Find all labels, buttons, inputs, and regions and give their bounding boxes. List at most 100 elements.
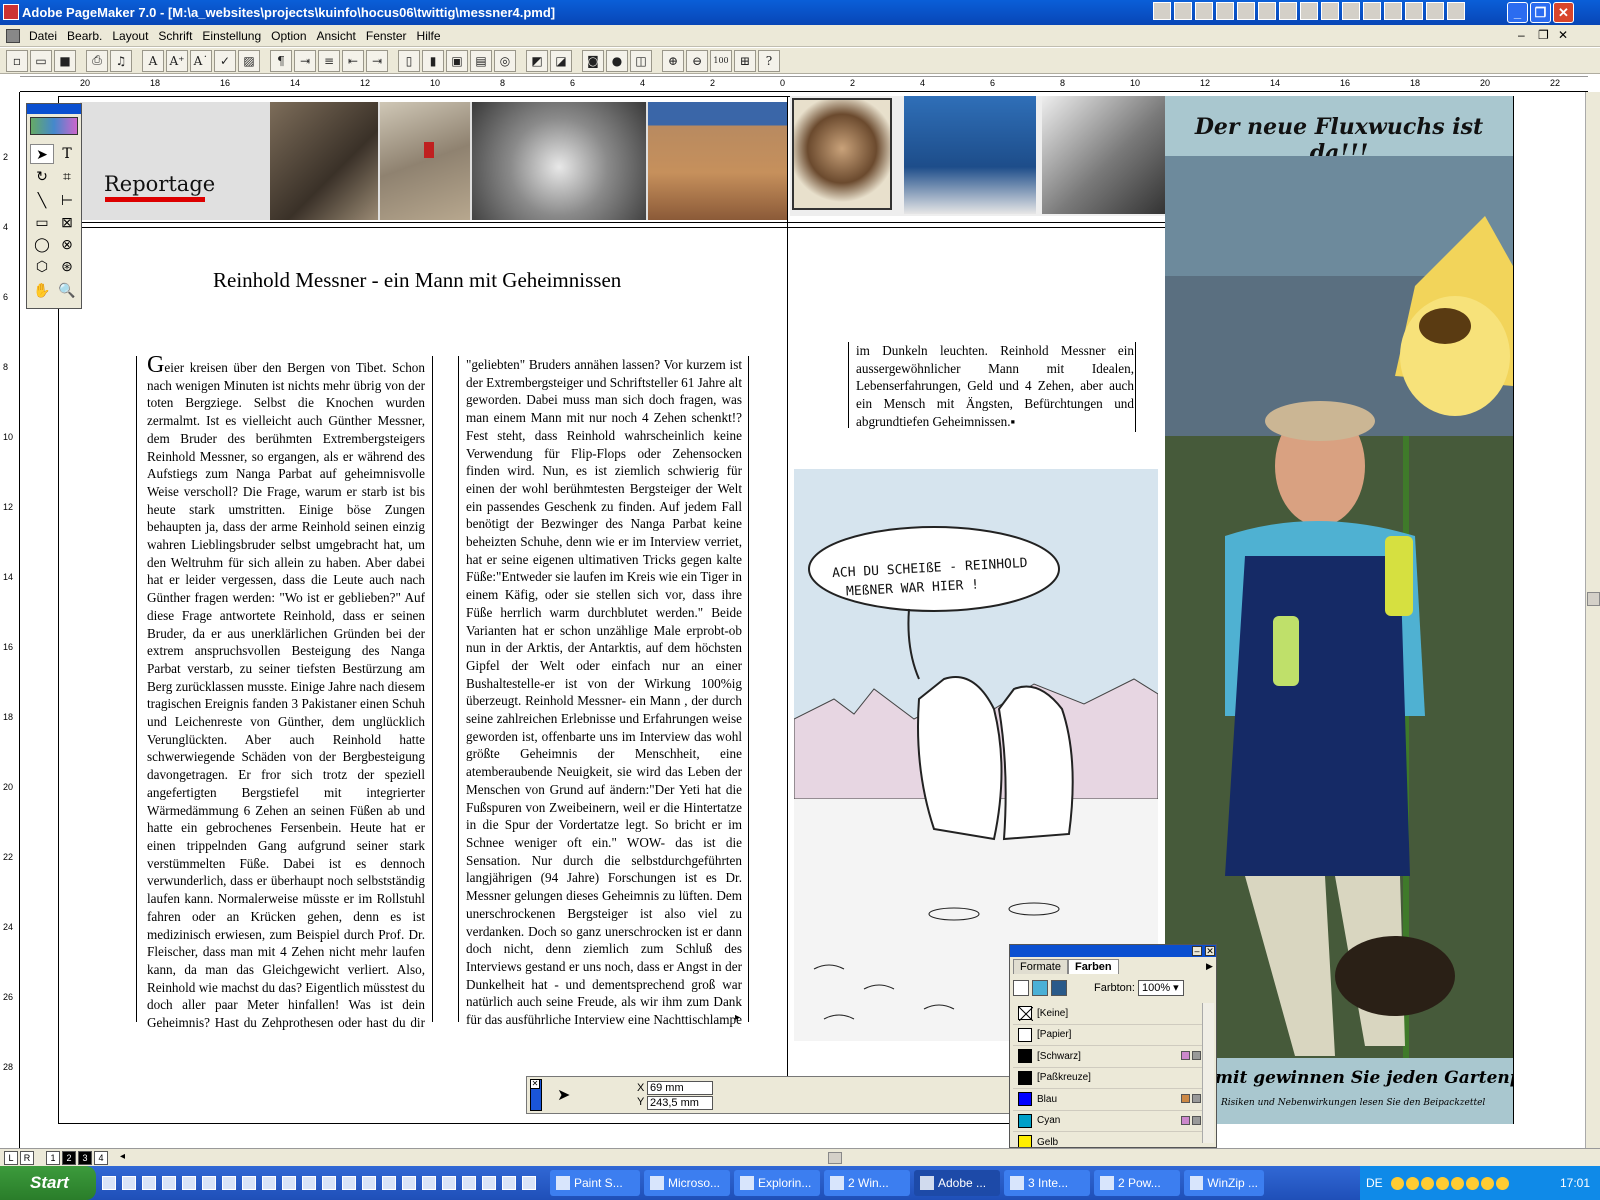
taskbar-windows-group[interactable]: 2 Win...	[824, 1170, 910, 1196]
restore-button[interactable]: ❐	[1530, 2, 1551, 23]
menu-datei[interactable]: Datei	[24, 29, 62, 43]
tabs-icon[interactable]: ⇥	[294, 49, 316, 72]
clock[interactable]: 17:01	[1560, 1176, 1590, 1190]
start-button[interactable]: Start	[0, 1166, 96, 1200]
left-master-page-icon[interactable]: L	[4, 1151, 18, 1165]
quick-launch-icon[interactable]	[102, 1176, 116, 1190]
swatch-list[interactable]: [Keine] [Papier] [Schwarz] [Paßkreuze] B…	[1013, 1003, 1205, 1147]
hands-photo[interactable]	[472, 102, 646, 220]
palette-menu-arrow-icon[interactable]: ▶	[1206, 961, 1213, 972]
quick-launch-icon[interactable]	[162, 1176, 176, 1190]
swatch-blau[interactable]: Blau	[1013, 1089, 1205, 1111]
outdent-icon[interactable]: ⇥	[366, 49, 388, 72]
quick-launch-icon[interactable]	[202, 1176, 216, 1190]
text-overflow-icon[interactable]: ▸	[735, 1012, 740, 1023]
swatch-papier[interactable]: [Papier]	[1013, 1025, 1205, 1046]
menu-einstellung[interactable]: Einstellung	[197, 29, 266, 43]
tray-icon[interactable]	[1465, 1176, 1479, 1190]
fluxwuchs-poster[interactable]: Der neue Fluxwuchs ist da!!! mit gewinne…	[1165, 96, 1513, 1124]
page-icon[interactable]: ▯	[398, 49, 420, 72]
right-master-page-icon[interactable]: R	[20, 1151, 34, 1165]
image-icon[interactable]: ◩	[526, 49, 548, 72]
title-bar[interactable]: Adobe PageMaker 7.0 - [M:\a_websites\pro…	[0, 0, 1600, 25]
paragraph-icon[interactable]: ¶	[270, 49, 292, 72]
app-shortcut-icon[interactable]	[1405, 2, 1423, 20]
menu-layout[interactable]: Layout	[107, 29, 153, 43]
quick-launch-icon[interactable]	[242, 1176, 256, 1190]
new-icon[interactable]: ▫	[6, 49, 28, 72]
quick-launch-icon[interactable]	[182, 1176, 196, 1190]
horizontal-ruler[interactable]: 20 18 16 14 12 10 8 6 4 2 0 2 4 6 8 10 12 14 16 18 20 22	[20, 76, 1588, 92]
quick-launch-icon[interactable]	[362, 1176, 376, 1190]
style-icon[interactable]: ▨	[238, 49, 260, 72]
mountain-photo[interactable]	[648, 102, 788, 220]
page-3-icon[interactable]: 3	[78, 1151, 92, 1165]
vertical-scrollbar[interactable]	[1585, 92, 1600, 1148]
app-shortcut-icon[interactable]	[1258, 2, 1276, 20]
print-icon[interactable]: ⎙	[86, 49, 108, 72]
quick-launch-icon[interactable]	[122, 1176, 136, 1190]
header-banner[interactable]	[80, 102, 788, 220]
quick-launch-icon[interactable]	[342, 1176, 356, 1190]
find-icon[interactable]: ♫	[110, 49, 132, 72]
vertical-ruler[interactable]: 2 4 6 8 10 12 14 16 18 20 22 24 26 28	[0, 92, 20, 1148]
swatch-gelb[interactable]: Gelb	[1013, 1132, 1205, 1147]
rectangle-frame-tool-icon[interactable]: ⊠	[55, 212, 79, 232]
tray-icon[interactable]	[1420, 1176, 1434, 1190]
access-icon[interactable]	[1426, 2, 1444, 20]
tray-icon[interactable]	[1390, 1176, 1404, 1190]
close-button[interactable]: ✕	[1553, 2, 1574, 23]
article-column-1[interactable]: Geier kreisen über den Bergen von Tibet.…	[147, 356, 425, 1032]
tab-formate[interactable]: Formate	[1013, 959, 1068, 974]
quick-launch-icon[interactable]	[442, 1176, 456, 1190]
control-palette-close-icon[interactable]: ✕	[530, 1079, 540, 1089]
menu-option[interactable]: Option	[266, 29, 311, 43]
swatch-keine[interactable]: [Keine]	[1013, 1003, 1205, 1025]
toolbox-palette[interactable]: ➤ T ↻ ⌗ ╲ ⊢ ▭ ⊠ ◯ ⊗ ⬡ ⊛ ✋ 🔍	[26, 103, 82, 309]
quick-launch-icon[interactable]	[322, 1176, 336, 1190]
constrained-line-tool-icon[interactable]: ⊢	[55, 190, 79, 210]
tray-icon[interactable]	[1450, 1176, 1464, 1190]
fill-icon[interactable]	[1032, 980, 1048, 996]
word-icon[interactable]	[1342, 2, 1360, 20]
swatch-cyan[interactable]: Cyan	[1013, 1111, 1205, 1132]
pagemaker-app-icon[interactable]	[3, 4, 19, 20]
app-shortcut-icon[interactable]	[1447, 2, 1465, 20]
indent-icon[interactable]: ⇤	[342, 49, 364, 72]
article-column-3[interactable]: im Dunkeln leuchten. Reinhold Messner ei…	[856, 342, 1134, 432]
quick-launch-icon[interactable]	[282, 1176, 296, 1190]
link-icon[interactable]: ◎	[494, 49, 516, 72]
fill-and-stroke-icon[interactable]	[1051, 980, 1067, 996]
doc-minimize-button[interactable]: –	[1518, 28, 1525, 42]
taskbar-internet-group[interactable]: 3 Inte...	[1004, 1170, 1090, 1196]
rotate-tool-icon[interactable]: ↻	[30, 166, 54, 186]
swatch-passkreuze[interactable]: [Paßkreuze]	[1013, 1068, 1205, 1089]
quick-launch-icon[interactable]	[142, 1176, 156, 1190]
excel-icon[interactable]	[1363, 2, 1381, 20]
control-palette[interactable]: ✕ ➤ X 69 mm Y 243,5 mm	[526, 1076, 1012, 1114]
crop-tool-icon[interactable]: ⌗	[55, 166, 79, 186]
help-icon[interactable]: ?	[758, 49, 780, 72]
tint-select[interactable]: 100% ▾	[1137, 980, 1184, 996]
minimize-button[interactable]: _	[1507, 2, 1528, 23]
colors-palette-titlebar[interactable]: – ✕	[1010, 945, 1216, 957]
app-shortcut-icon[interactable]	[1174, 2, 1192, 20]
hand-tool-icon[interactable]: ✋	[30, 280, 54, 300]
polygon-tool-icon[interactable]: ⬡	[30, 256, 54, 276]
language-indicator[interactable]: DE	[1366, 1176, 1383, 1190]
menu-hilfe[interactable]: Hilfe	[412, 29, 446, 43]
fit-page-icon[interactable]: ⊞	[734, 49, 756, 72]
polygon-frame-tool-icon[interactable]: ⊛	[55, 256, 79, 276]
mail-icon[interactable]	[1216, 2, 1234, 20]
doc-restore-button[interactable]: ❐	[1538, 28, 1549, 42]
tray-icon[interactable]	[1405, 1176, 1419, 1190]
abseil-photo[interactable]	[904, 96, 1036, 214]
article-headline[interactable]: Reinhold Messner - ein Mann mit Geheimni…	[213, 268, 621, 293]
rock-climber-photo[interactable]	[1042, 96, 1165, 214]
tab-farben[interactable]: Farben	[1067, 959, 1119, 974]
app-shortcut-icon[interactable]	[1279, 2, 1297, 20]
quick-launch-icon[interactable]	[482, 1176, 496, 1190]
layout-icon[interactable]: ▤	[470, 49, 492, 72]
zoom-tool-icon[interactable]: 🔍	[55, 280, 79, 300]
page-4-icon[interactable]: 4	[94, 1151, 108, 1165]
